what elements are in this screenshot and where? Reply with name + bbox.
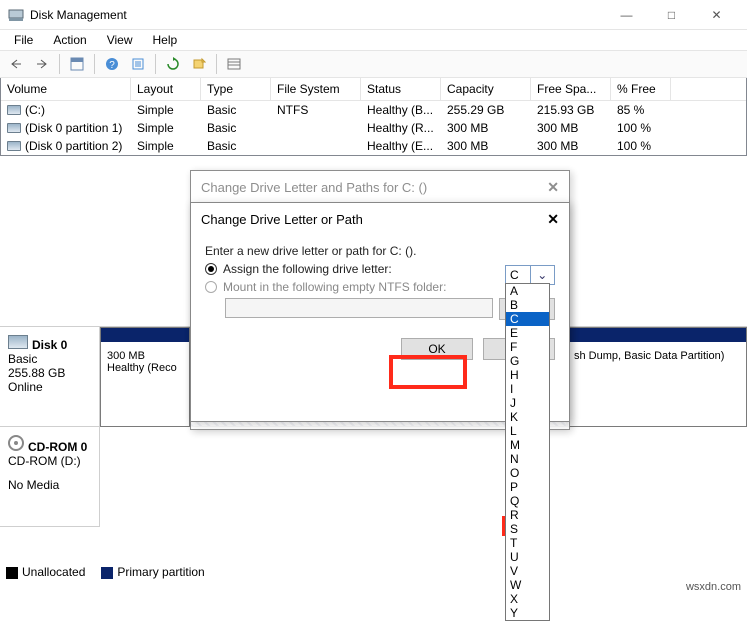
disk-icon: [8, 335, 28, 349]
settings-button[interactable]: [126, 53, 150, 75]
letter-option[interactable]: V: [506, 564, 549, 578]
letter-option[interactable]: X: [506, 592, 549, 606]
col-capacity[interactable]: Capacity: [441, 78, 531, 100]
toolbar: ?: [0, 50, 747, 78]
letter-option[interactable]: W: [506, 578, 549, 592]
dialog2-title: Change Drive Letter or Path: [201, 212, 547, 227]
view-button[interactable]: [65, 53, 89, 75]
cdrom-icon: [8, 435, 24, 451]
letter-option[interactable]: J: [506, 396, 549, 410]
letter-option[interactable]: L: [506, 424, 549, 438]
partition-2[interactable]: sh Dump, Basic Data Partition): [567, 327, 747, 427]
letter-option[interactable]: P: [506, 480, 549, 494]
disk0-info[interactable]: Disk 0 Basic 255.88 GB Online: [0, 327, 99, 427]
col-layout[interactable]: Layout: [131, 78, 201, 100]
window-title: Disk Management: [30, 8, 604, 22]
letter-option[interactable]: G: [506, 354, 549, 368]
letter-option[interactable]: C: [506, 312, 549, 326]
table-row[interactable]: (Disk 0 partition 2)SimpleBasicHealthy (…: [1, 137, 746, 155]
col-fs[interactable]: File System: [271, 78, 361, 100]
dialog2-ok-button[interactable]: OK: [401, 338, 473, 360]
letter-option[interactable]: B: [506, 298, 549, 312]
table-row[interactable]: (Disk 0 partition 1)SimpleBasicHealthy (…: [1, 119, 746, 137]
letter-option[interactable]: Q: [506, 494, 549, 508]
letter-option[interactable]: E: [506, 326, 549, 340]
legend-unallocated-icon: [6, 567, 18, 579]
letter-option[interactable]: M: [506, 438, 549, 452]
menu-file[interactable]: File: [6, 31, 41, 49]
letter-option[interactable]: A: [506, 284, 549, 298]
letter-option[interactable]: H: [506, 368, 549, 382]
titlebar: Disk Management ― □ ✕: [0, 0, 747, 30]
letter-option[interactable]: O: [506, 466, 549, 480]
maximize-button[interactable]: □: [649, 0, 694, 30]
dialog1-close-icon[interactable]: ✕: [547, 179, 559, 196]
legend-primary-icon: [101, 567, 113, 579]
radio-assign-letter[interactable]: Assign the following drive letter:: [205, 262, 555, 276]
list-button[interactable]: [222, 53, 246, 75]
drive-letter-dropdown[interactable]: ABCEFGHIJKLMNOPQRSTUVWXY: [505, 283, 550, 621]
letter-option[interactable]: N: [506, 452, 549, 466]
refresh-button[interactable]: [161, 53, 185, 75]
forward-button[interactable]: [30, 53, 54, 75]
dialog2-close-icon[interactable]: ✕: [547, 211, 559, 228]
drive-letter-combo[interactable]: C⌄: [505, 265, 555, 285]
menu-help[interactable]: Help: [145, 31, 186, 49]
letter-option[interactable]: Y: [506, 606, 549, 620]
radio-mount-folder[interactable]: Mount in the following empty NTFS folder…: [205, 280, 555, 294]
menu-action[interactable]: Action: [45, 31, 94, 49]
minimize-button[interactable]: ―: [604, 0, 649, 30]
letter-option[interactable]: T: [506, 536, 549, 550]
chevron-down-icon: ⌄: [530, 266, 555, 284]
volume-grid: Volume Layout Type File System Status Ca…: [0, 78, 747, 156]
back-button[interactable]: [4, 53, 28, 75]
app-icon: [8, 7, 24, 23]
new-button[interactable]: [187, 53, 211, 75]
col-free[interactable]: Free Spa...: [531, 78, 611, 100]
help-button[interactable]: ?: [100, 53, 124, 75]
col-pct[interactable]: % Free: [611, 78, 671, 100]
col-volume[interactable]: Volume: [1, 78, 131, 100]
footer-watermark: wsxdn.com: [680, 579, 747, 595]
letter-option[interactable]: I: [506, 382, 549, 396]
dialog2-prompt: Enter a new drive letter or path for C: …: [205, 244, 555, 258]
menubar: File Action View Help: [0, 30, 747, 50]
col-status[interactable]: Status: [361, 78, 441, 100]
col-type[interactable]: Type: [201, 78, 271, 100]
cdrom-info[interactable]: CD-ROM 0 CD-ROM (D:) No Media: [0, 427, 99, 527]
menu-view[interactable]: View: [99, 31, 141, 49]
table-row[interactable]: (C:)SimpleBasicNTFSHealthy (B...255.29 G…: [1, 101, 746, 119]
letter-option[interactable]: F: [506, 340, 549, 354]
letter-option[interactable]: S: [506, 522, 549, 536]
legend: Unallocated Primary partition: [6, 565, 205, 579]
letter-option[interactable]: R: [506, 508, 549, 522]
dialog1-title: Change Drive Letter and Paths for C: (): [201, 180, 547, 195]
mount-path-input: [225, 298, 493, 318]
close-button[interactable]: ✕: [694, 0, 739, 30]
svg-text:?: ?: [109, 60, 115, 71]
partition-0[interactable]: 300 MB Healthy (Reco: [100, 327, 190, 427]
letter-option[interactable]: K: [506, 410, 549, 424]
letter-option[interactable]: U: [506, 550, 549, 564]
